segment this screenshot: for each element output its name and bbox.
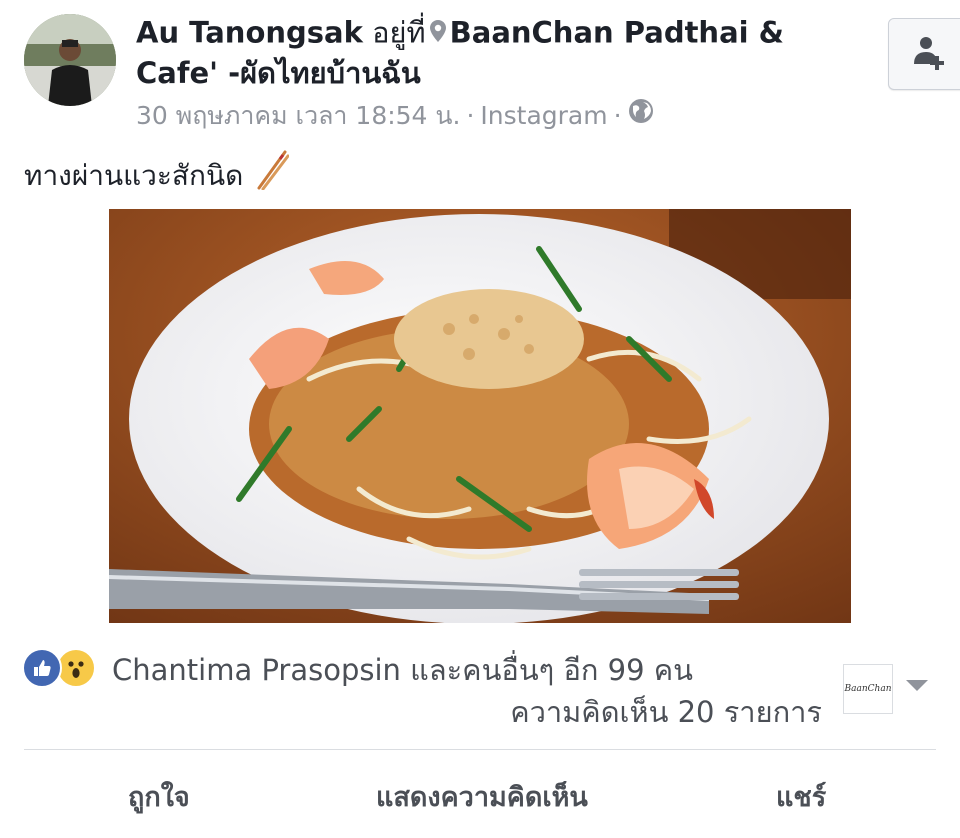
- author-name-link[interactable]: Au Tanongsak: [136, 16, 363, 50]
- divider: [24, 749, 936, 750]
- add-friend-icon: [911, 34, 947, 74]
- page-thumbnail[interactable]: BaanChan: [843, 664, 893, 714]
- like-icon: [22, 648, 62, 688]
- post-timestamp[interactable]: 30 พฤษภาคม เวลา 18:54 น.: [136, 99, 460, 133]
- page-thumb-logo: BaanChan: [844, 684, 892, 694]
- location-pin-icon: [429, 14, 446, 51]
- reaction-summary[interactable]: Chantima Prasopsin และคนอื่นๆ อีก 99 คน: [112, 650, 693, 690]
- post-photo[interactable]: [109, 209, 851, 623]
- location-prefix: อยู่ที่: [372, 15, 426, 50]
- post-title-line: Au Tanongsak อยู่ที่ BaanChan Padthai & C…: [136, 14, 856, 92]
- meta-separator-2: ·: [613, 100, 622, 130]
- author-avatar[interactable]: [24, 14, 116, 106]
- post-meta: 30 พฤษภาคม เวลา 18:54 น. · Instagram ·: [136, 98, 856, 133]
- post-caption: ทางผ่านแวะสักนิด: [24, 150, 290, 201]
- chopsticks-icon: [255, 150, 290, 201]
- add-friend-button[interactable]: [888, 18, 960, 90]
- like-button[interactable]: ถูกใจ: [128, 770, 190, 826]
- chevron-down-icon[interactable]: [906, 680, 928, 691]
- avatar-photo: [24, 14, 116, 106]
- action-bar: ถูกใจ แสดงความคิดเห็น แชร์: [0, 770, 960, 830]
- reaction-icons[interactable]: [22, 648, 96, 688]
- meta-separator: ·: [466, 100, 475, 130]
- comment-count-link[interactable]: ความคิดเห็น 20 รายการ: [510, 692, 822, 732]
- post-source: Instagram: [480, 100, 608, 130]
- post-header: Au Tanongsak อยู่ที่ BaanChan Padthai & C…: [136, 14, 856, 133]
- globe-icon: [628, 98, 654, 133]
- comment-button[interactable]: แสดงความคิดเห็น: [376, 770, 588, 826]
- padthai-photo-illustration: [109, 209, 851, 623]
- caption-text: ทางผ่านแวะสักนิด: [24, 158, 244, 192]
- share-button[interactable]: แชร์: [776, 770, 826, 826]
- wow-icon: [56, 648, 96, 688]
